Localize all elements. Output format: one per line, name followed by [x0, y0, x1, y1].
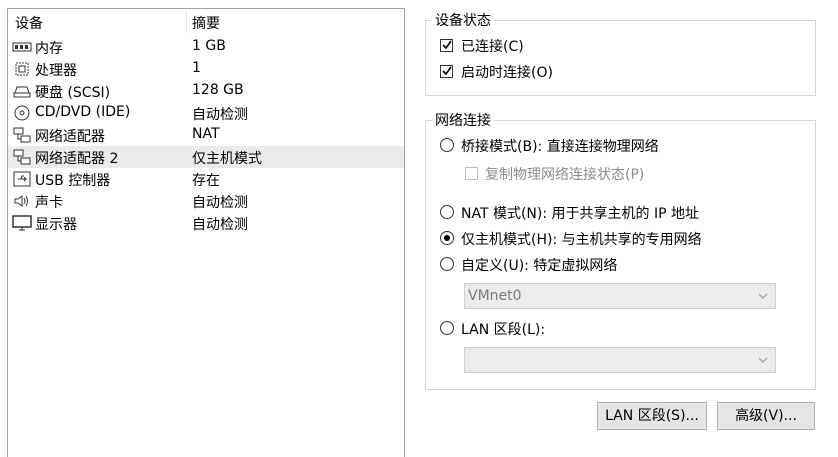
host-only-radio[interactable]: [440, 231, 454, 245]
device-name: 网络适配器 2: [35, 151, 119, 167]
device-row-cd-dvd[interactable]: CD/DVD (IDE) 自动检测: [8, 102, 404, 124]
chevron-down-icon: [758, 357, 768, 363]
custom-radio[interactable]: [440, 257, 454, 271]
device-row-network-adapter[interactable]: 网络适配器 NAT: [8, 124, 404, 146]
display-icon: [12, 215, 32, 231]
device-row-sound-card[interactable]: 声卡 自动检测: [8, 190, 404, 212]
custom-label[interactable]: 自定义(U): 特定虚拟网络: [461, 255, 617, 275]
device-name: 网络适配器: [35, 129, 105, 145]
device-summary: 1: [192, 60, 201, 76]
device-name: 硬盘 (SCSI): [35, 85, 111, 101]
bridged-label[interactable]: 桥接模式(B): 直接连接物理网络: [461, 136, 659, 156]
connected-label[interactable]: 已连接(C): [461, 36, 524, 56]
replicate-state-checkbox[interactable]: [465, 167, 478, 180]
device-status-legend: 设备状态: [435, 13, 491, 29]
device-row-usb-controller[interactable]: USB 控制器 存在: [8, 168, 404, 190]
device-row-processor[interactable]: 处理器 1: [8, 58, 404, 80]
checkmark-icon: [442, 66, 452, 76]
cd-dvd-icon: [12, 105, 32, 121]
lan-segment-radio[interactable]: [440, 321, 454, 335]
sound-card-icon: [12, 193, 32, 209]
device-summary: 存在: [192, 173, 220, 189]
radio-selected-dot: [444, 235, 450, 241]
processor-icon: [12, 61, 32, 77]
host-only-label[interactable]: 仅主机模式(H): 与主机共享的专用网络: [461, 229, 702, 249]
bridged-radio[interactable]: [440, 138, 454, 152]
network-adapter-icon: [12, 149, 32, 165]
lan-segment-select[interactable]: [464, 347, 776, 373]
device-summary: 1 GB: [192, 38, 226, 54]
connect-at-power-on-checkbox[interactable]: [440, 65, 453, 78]
advanced-button[interactable]: 高级(V)...: [717, 402, 815, 430]
connected-checkbox[interactable]: [440, 39, 453, 52]
device-summary: 自动检测: [192, 195, 248, 211]
replicate-state-label[interactable]: 复制物理网络连接状态(P): [485, 164, 644, 184]
network-connection-legend: 网络连接: [435, 113, 491, 129]
custom-network-select[interactable]: VMnet0: [464, 283, 776, 309]
device-name: 处理器: [35, 63, 77, 79]
device-name: 内存: [35, 41, 63, 57]
custom-network-value: VMnet0: [468, 288, 522, 304]
device-summary: 自动检测: [192, 107, 248, 123]
nat-radio[interactable]: [440, 205, 454, 219]
usb-icon: [12, 171, 32, 187]
column-header-summary[interactable]: 摘要: [192, 13, 220, 33]
device-summary: 128 GB: [192, 82, 244, 98]
device-name: USB 控制器: [35, 173, 111, 189]
nat-label[interactable]: NAT 模式(N): 用于共享主机的 IP 地址: [461, 203, 699, 223]
column-divider: [186, 11, 187, 33]
device-row-display[interactable]: 显示器 自动检测: [8, 212, 404, 234]
device-name: 声卡: [35, 195, 63, 211]
device-row-network-adapter-2[interactable]: 网络适配器 2 仅主机模式: [8, 146, 404, 168]
connect-at-power-on-label[interactable]: 启动时连接(O): [461, 62, 553, 82]
device-row-memory[interactable]: 内存 1 GB: [8, 36, 404, 58]
lan-segment-label[interactable]: LAN 区段(L):: [461, 319, 545, 339]
column-header-device[interactable]: 设备: [15, 13, 43, 33]
device-name: 显示器: [35, 217, 77, 233]
device-summary: NAT: [192, 126, 220, 142]
device-row-hard-disk[interactable]: 硬盘 (SCSI) 128 GB: [8, 80, 404, 102]
memory-icon: [12, 39, 32, 55]
checkmark-icon: [442, 40, 452, 50]
lan-segments-button[interactable]: LAN 区段(S)...: [597, 402, 707, 430]
device-summary: 仅主机模式: [192, 151, 262, 167]
chevron-down-icon: [758, 293, 768, 299]
hard-disk-icon: [12, 83, 32, 99]
network-adapter-icon: [12, 127, 32, 143]
device-name: CD/DVD (IDE): [35, 104, 131, 120]
device-list: 设备 摘要 内存 1 GB 处理器 1 硬盘 (SCSI) 128 GB CD/…: [7, 8, 405, 457]
device-summary: 自动检测: [192, 217, 248, 233]
